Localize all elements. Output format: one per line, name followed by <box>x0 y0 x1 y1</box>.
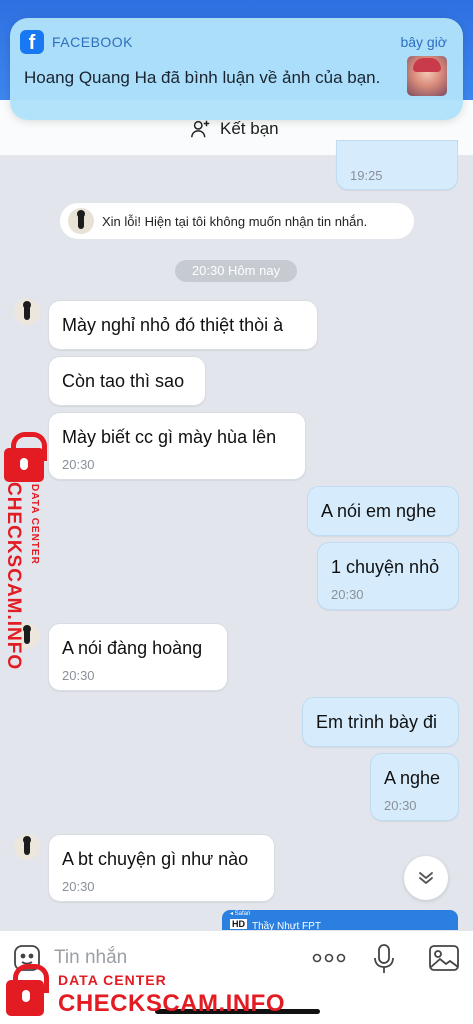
message-text: A bt chuyện gì như nào <box>62 849 249 869</box>
watermark-subtitle: DATA CENTER <box>58 972 167 988</box>
message-time: 20:30 <box>62 668 95 683</box>
message-time: 20:30 <box>62 879 95 894</box>
chevron-double-down-icon <box>419 872 433 884</box>
message-text: A nói em nghe <box>321 501 437 521</box>
add-friend-button[interactable]: Kết bạn <box>190 118 279 140</box>
watermark-title: CHECKSCAM.INFO <box>3 482 24 671</box>
message-text: A nói đàng hoàng <box>62 638 203 658</box>
notification-thumbnail <box>407 56 447 96</box>
date-separator: 20:30 Hôm nay <box>175 260 297 282</box>
watermark-title: CHECKSCAM.INFO <box>58 990 285 1017</box>
message-bubble[interactable]: 1 chuyện nhỏ 20:30 <box>317 542 459 610</box>
message-bubble[interactable]: A bt chuyện gì như nào 20:30 <box>48 834 275 902</box>
message-bubble[interactable]: A nói em nghe <box>307 486 459 536</box>
contact-avatar[interactable] <box>14 834 40 860</box>
message-text: Còn tao thì sao <box>62 371 185 391</box>
system-message: Xin lỗi! Hiện tại tôi không muốn nhận ti… <box>60 203 414 239</box>
message-time: 20:30 <box>62 457 95 472</box>
add-friend-icon <box>191 120 210 138</box>
contact-avatar[interactable] <box>14 299 40 325</box>
message-time: 19:25 <box>350 168 383 183</box>
peek-source: ◂ Safari <box>230 911 251 917</box>
hd-badge: HD <box>230 919 247 929</box>
facebook-icon: f <box>20 30 44 54</box>
microphone-icon[interactable] <box>372 943 396 975</box>
message-text: Mày biết cc gì mày hùa lên <box>62 427 277 447</box>
more-icon[interactable] <box>312 953 346 963</box>
system-message-text: Xin lỗi! Hiện tại tôi không muốn nhận ti… <box>102 214 368 229</box>
add-friend-label: Kết bạn <box>220 119 279 138</box>
notification-time: bây giờ <box>400 34 447 50</box>
scroll-to-bottom-button[interactable] <box>404 856 448 900</box>
message-text: Em trình bày đi <box>316 712 438 732</box>
notification-app-name: FACEBOOK <box>52 34 134 50</box>
message-bubble-previous[interactable]: 19:25 <box>336 140 458 190</box>
message-bubble[interactable]: A nói đàng hoàng 20:30 <box>48 623 228 691</box>
message-input[interactable]: Tin nhắn <box>54 947 127 969</box>
message-time: 20:30 <box>384 798 417 813</box>
watermark-subtitle: DATA CENTER <box>29 484 40 565</box>
message-time: 20:30 <box>331 587 364 602</box>
message-bubble[interactable]: Còn tao thì sao <box>48 356 206 406</box>
message-bubble[interactable]: A nghe 20:30 <box>370 753 459 821</box>
message-text: Mày nghỉ nhỏ đó thiệt thòi à <box>62 315 284 335</box>
notification-message: Hoang Quang Ha đã bình luận về ảnh của b… <box>24 68 381 87</box>
message-bubble[interactable]: Em trình bày đi <box>302 697 459 747</box>
watermark-lock-icon <box>4 432 47 482</box>
image-icon[interactable] <box>428 944 460 972</box>
watermark-lock-icon <box>6 964 49 1016</box>
message-bubble[interactable]: Mày biết cc gì mày hùa lên 20:30 <box>48 412 306 480</box>
push-notification[interactable]: f FACEBOOK bây giờ Hoang Quang Ha đã bìn… <box>10 18 463 120</box>
message-text: A nghe <box>384 768 441 788</box>
avatar <box>68 208 94 234</box>
message-bubble[interactable]: Mày nghỉ nhỏ đó thiệt thòi à <box>48 300 318 350</box>
picture-in-picture-bar[interactable]: ◂ Safari HD Thầy Nhựt FPT <box>222 910 458 932</box>
message-text: 1 chuyện nhỏ <box>331 557 440 577</box>
